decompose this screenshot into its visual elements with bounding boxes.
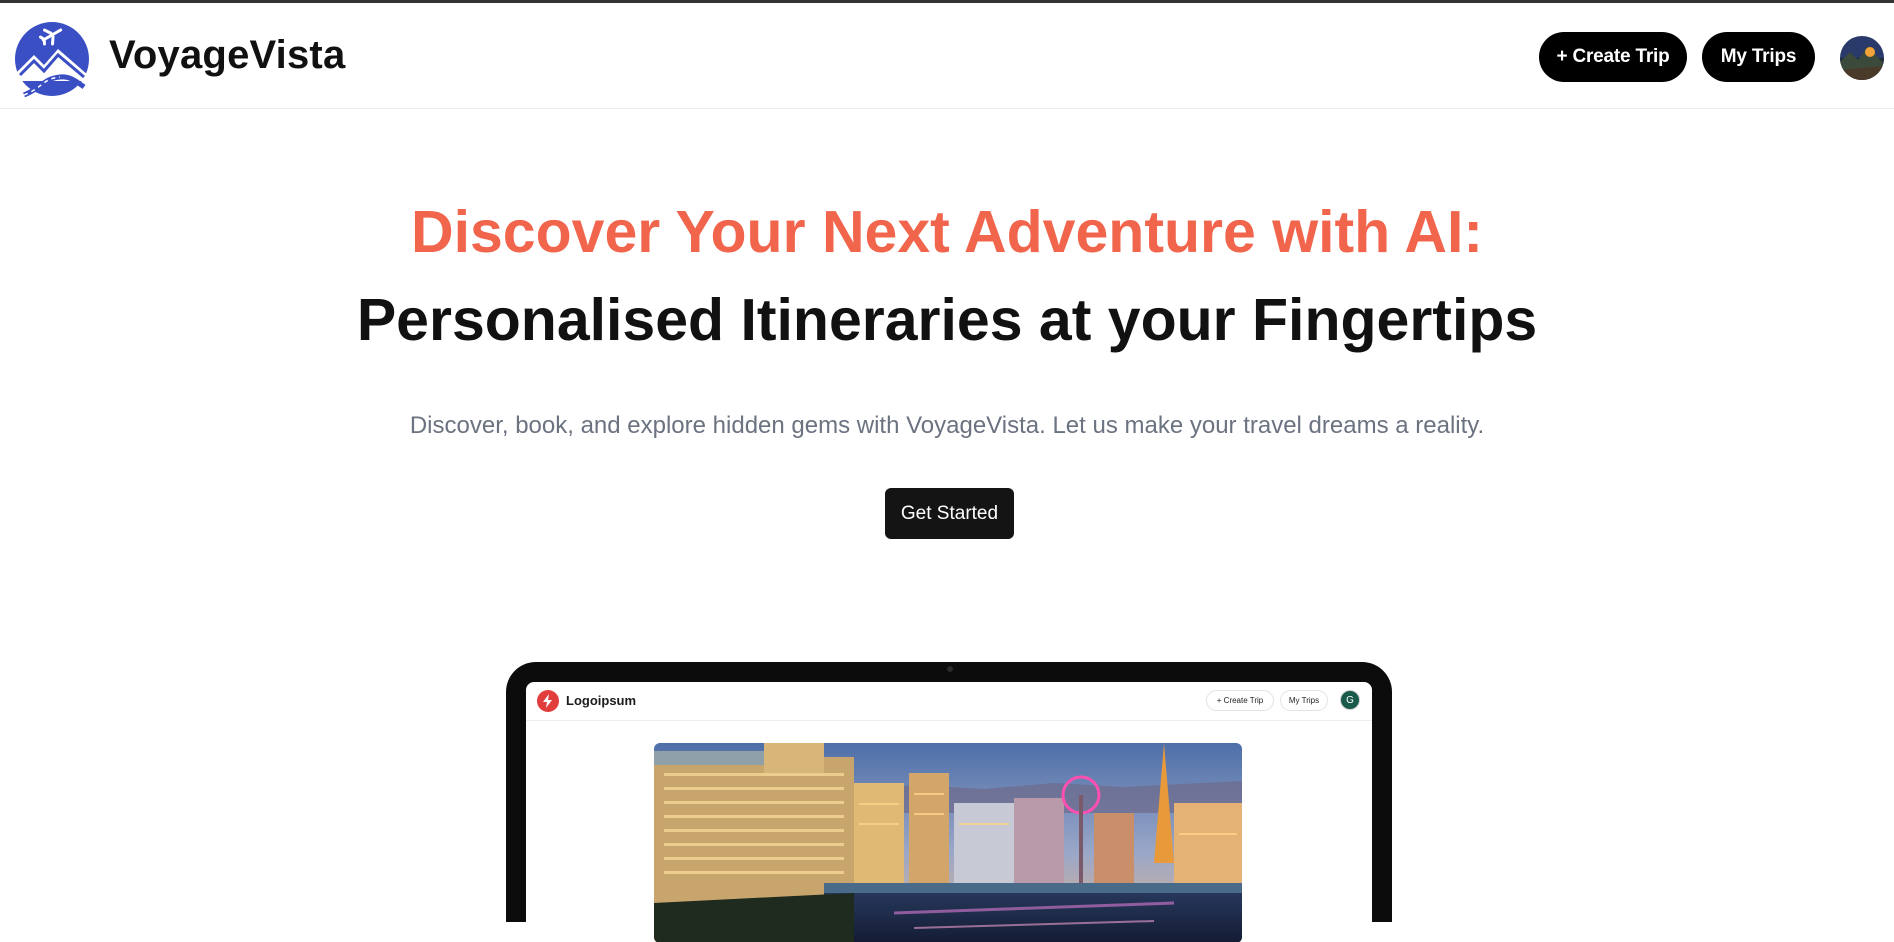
- voyagevista-logo-icon[interactable]: [14, 21, 90, 98]
- laptop-screen: Logoipsum + Create Trip My Trips G: [526, 682, 1372, 942]
- laptop-notch: [898, 662, 1002, 680]
- hero-title: Discover Your Next Adventure with AI:: [410, 199, 1484, 265]
- mockup-my-trips-button: My Trips: [1280, 690, 1328, 711]
- get-started-button[interactable]: Get Started: [885, 488, 1014, 539]
- laptop-mockup: Logoipsum + Create Trip My Trips G: [506, 662, 1392, 942]
- my-trips-button[interactable]: My Trips: [1702, 32, 1815, 82]
- user-avatar[interactable]: [1840, 36, 1884, 80]
- hero-description: Discover, book, and explore hidden gems …: [409, 412, 1485, 439]
- las-vegas-city-image: [654, 743, 1242, 942]
- brand-name[interactable]: VoyageVista: [109, 33, 345, 78]
- mockup-header: Logoipsum + Create Trip My Trips G: [526, 682, 1372, 721]
- site-header: VoyageVista + Create Trip My Trips: [0, 3, 1894, 109]
- hero-subtitle: Personalised Itineraries at your Fingert…: [356, 287, 1538, 353]
- mockup-avatar: G: [1340, 690, 1360, 710]
- lightning-bolt-icon: [537, 690, 559, 712]
- mockup-create-trip-button: + Create Trip: [1206, 690, 1274, 711]
- create-trip-button[interactable]: + Create Trip: [1539, 32, 1687, 82]
- mockup-brand: Logoipsum: [566, 693, 637, 708]
- camera-icon: [947, 666, 953, 672]
